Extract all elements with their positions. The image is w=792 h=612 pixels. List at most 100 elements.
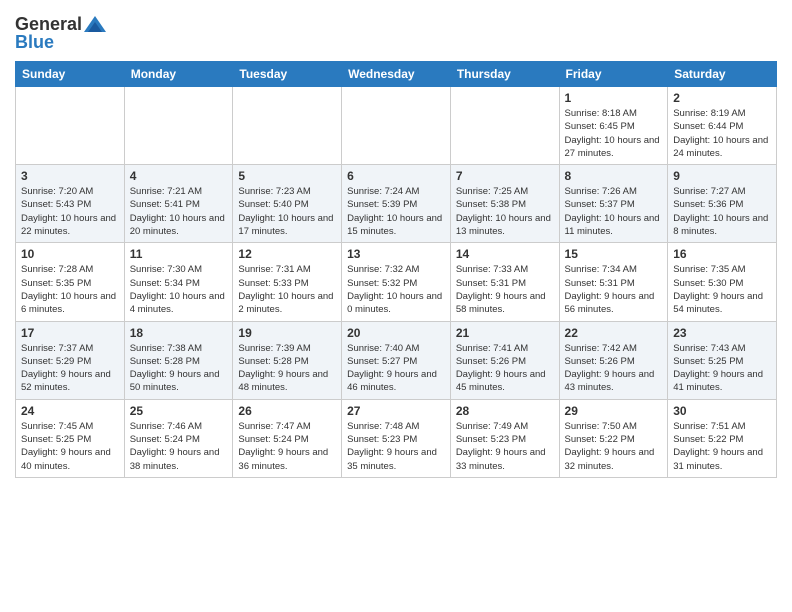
day-number: 7: [456, 169, 554, 183]
calendar-cell: 9 Sunrise: 7:27 AM Sunset: 5:36 PM Daylig…: [668, 165, 777, 243]
calendar-table: SundayMondayTuesdayWednesdayThursdayFrid…: [15, 61, 777, 478]
day-info: Sunrise: 7:24 AM Sunset: 5:39 PM Dayligh…: [347, 185, 445, 238]
day-info: Sunrise: 7:33 AM Sunset: 5:31 PM Dayligh…: [456, 263, 554, 316]
calendar-week-row: 24Sunrise: 7:45 AM Sunset: 5:25 PM Dayli…: [16, 399, 777, 477]
day-number: 4: [130, 169, 228, 183]
day-number: 3: [21, 169, 119, 183]
calendar-cell: [16, 87, 125, 165]
calendar-cell: 20 Sunrise: 7:40 AM Sunset: 5:27 PM Dayli…: [342, 321, 451, 399]
calendar-cell: 21 Sunrise: 7:41 AM Sunset: 5:26 PM Dayli…: [450, 321, 559, 399]
day-info: Sunrise: 7:35 AM Sunset: 5:30 PM Dayligh…: [673, 263, 771, 316]
day-header-thursday: Thursday: [450, 62, 559, 87]
day-number: 19: [238, 326, 336, 340]
calendar-week-row: 3 Sunrise: 7:20 AM Sunset: 5:43 PM Daylig…: [16, 165, 777, 243]
day-number: 28: [456, 404, 554, 418]
calendar-cell: 28Sunrise: 7:49 AM Sunset: 5:23 PM Dayli…: [450, 399, 559, 477]
calendar-cell: 6 Sunrise: 7:24 AM Sunset: 5:39 PM Daylig…: [342, 165, 451, 243]
day-number: 8: [565, 169, 663, 183]
day-number: 10: [21, 247, 119, 261]
day-info: Sunrise: 7:41 AM Sunset: 5:26 PM Dayligh…: [456, 342, 554, 395]
calendar-cell: 5Sunrise: 7:23 AM Sunset: 5:40 PM Daylig…: [233, 165, 342, 243]
calendar-cell: 16 Sunrise: 7:35 AM Sunset: 5:30 PM Dayli…: [668, 243, 777, 321]
day-info: Sunrise: 7:42 AM Sunset: 5:26 PM Dayligh…: [565, 342, 663, 395]
day-number: 9: [673, 169, 771, 183]
day-header-monday: Monday: [124, 62, 233, 87]
day-info: Sunrise: 7:38 AM Sunset: 5:28 PM Dayligh…: [130, 342, 228, 395]
day-info: Sunrise: 7:37 AM Sunset: 5:29 PM Dayligh…: [21, 342, 119, 395]
day-info: Sunrise: 7:34 AM Sunset: 5:31 PM Dayligh…: [565, 263, 663, 316]
day-number: 5: [238, 169, 336, 183]
calendar-cell: 26Sunrise: 7:47 AM Sunset: 5:24 PM Dayli…: [233, 399, 342, 477]
day-header-sunday: Sunday: [16, 62, 125, 87]
day-info: Sunrise: 7:39 AM Sunset: 5:28 PM Dayligh…: [238, 342, 336, 395]
day-number: 14: [456, 247, 554, 261]
day-info: Sunrise: 7:46 AM Sunset: 5:24 PM Dayligh…: [130, 420, 228, 473]
calendar-cell: 19 Sunrise: 7:39 AM Sunset: 5:28 PM Dayli…: [233, 321, 342, 399]
calendar-cell: 3 Sunrise: 7:20 AM Sunset: 5:43 PM Daylig…: [16, 165, 125, 243]
day-number: 16: [673, 247, 771, 261]
day-info: Sunrise: 8:19 AM Sunset: 6:44 PM Dayligh…: [673, 107, 771, 160]
calendar-cell: 14 Sunrise: 7:33 AM Sunset: 5:31 PM Dayli…: [450, 243, 559, 321]
day-info: Sunrise: 7:20 AM Sunset: 5:43 PM Dayligh…: [21, 185, 119, 238]
day-info: Sunrise: 7:40 AM Sunset: 5:27 PM Dayligh…: [347, 342, 445, 395]
day-number: 22: [565, 326, 663, 340]
day-number: 2: [673, 91, 771, 105]
day-info: Sunrise: 7:50 AM Sunset: 5:22 PM Dayligh…: [565, 420, 663, 473]
calendar-cell: [342, 87, 451, 165]
calendar-cell: 12Sunrise: 7:31 AM Sunset: 5:33 PM Dayli…: [233, 243, 342, 321]
calendar-week-row: 1 Sunrise: 8:18 AM Sunset: 6:45 PM Daylig…: [16, 87, 777, 165]
calendar-cell: 25 Sunrise: 7:46 AM Sunset: 5:24 PM Dayli…: [124, 399, 233, 477]
calendar-cell: 7 Sunrise: 7:25 AM Sunset: 5:38 PM Daylig…: [450, 165, 559, 243]
day-info: Sunrise: 7:51 AM Sunset: 5:22 PM Dayligh…: [673, 420, 771, 473]
calendar-cell: 18 Sunrise: 7:38 AM Sunset: 5:28 PM Dayli…: [124, 321, 233, 399]
day-info: Sunrise: 7:32 AM Sunset: 5:32 PM Dayligh…: [347, 263, 445, 316]
day-info: Sunrise: 7:21 AM Sunset: 5:41 PM Dayligh…: [130, 185, 228, 238]
calendar-week-row: 10 Sunrise: 7:28 AM Sunset: 5:35 PM Dayli…: [16, 243, 777, 321]
calendar-cell: 15 Sunrise: 7:34 AM Sunset: 5:31 PM Dayli…: [559, 243, 668, 321]
calendar-cell: 10 Sunrise: 7:28 AM Sunset: 5:35 PM Dayli…: [16, 243, 125, 321]
calendar-cell: 29 Sunrise: 7:50 AM Sunset: 5:22 PM Dayli…: [559, 399, 668, 477]
day-info: Sunrise: 7:26 AM Sunset: 5:37 PM Dayligh…: [565, 185, 663, 238]
logo: General Blue: [15, 10, 106, 53]
calendar-week-row: 17 Sunrise: 7:37 AM Sunset: 5:29 PM Dayli…: [16, 321, 777, 399]
calendar-cell: 8 Sunrise: 7:26 AM Sunset: 5:37 PM Daylig…: [559, 165, 668, 243]
day-info: Sunrise: 7:48 AM Sunset: 5:23 PM Dayligh…: [347, 420, 445, 473]
calendar-cell: [233, 87, 342, 165]
day-info: Sunrise: 7:27 AM Sunset: 5:36 PM Dayligh…: [673, 185, 771, 238]
calendar-cell: 23Sunrise: 7:43 AM Sunset: 5:25 PM Dayli…: [668, 321, 777, 399]
calendar-cell: 4 Sunrise: 7:21 AM Sunset: 5:41 PM Daylig…: [124, 165, 233, 243]
day-number: 30: [673, 404, 771, 418]
day-number: 25: [130, 404, 228, 418]
calendar-cell: 11Sunrise: 7:30 AM Sunset: 5:34 PM Dayli…: [124, 243, 233, 321]
day-number: 21: [456, 326, 554, 340]
day-number: 23: [673, 326, 771, 340]
calendar-cell: 27 Sunrise: 7:48 AM Sunset: 5:23 PM Dayli…: [342, 399, 451, 477]
calendar-cell: [124, 87, 233, 165]
calendar-cell: 22 Sunrise: 7:42 AM Sunset: 5:26 PM Dayli…: [559, 321, 668, 399]
day-number: 1: [565, 91, 663, 105]
day-number: 20: [347, 326, 445, 340]
day-number: 24: [21, 404, 119, 418]
day-number: 6: [347, 169, 445, 183]
day-info: Sunrise: 8:18 AM Sunset: 6:45 PM Dayligh…: [565, 107, 663, 160]
page-header: General Blue: [15, 10, 777, 53]
day-header-tuesday: Tuesday: [233, 62, 342, 87]
day-number: 17: [21, 326, 119, 340]
calendar-cell: 30 Sunrise: 7:51 AM Sunset: 5:22 PM Dayli…: [668, 399, 777, 477]
day-header-friday: Friday: [559, 62, 668, 87]
calendar-cell: 17 Sunrise: 7:37 AM Sunset: 5:29 PM Dayli…: [16, 321, 125, 399]
calendar-cell: 13 Sunrise: 7:32 AM Sunset: 5:32 PM Dayli…: [342, 243, 451, 321]
day-number: 18: [130, 326, 228, 340]
logo-icon: [84, 14, 106, 34]
day-info: Sunrise: 7:28 AM Sunset: 5:35 PM Dayligh…: [21, 263, 119, 316]
calendar-cell: 2 Sunrise: 8:19 AM Sunset: 6:44 PM Daylig…: [668, 87, 777, 165]
day-number: 11: [130, 247, 228, 261]
calendar-header-row: SundayMondayTuesdayWednesdayThursdayFrid…: [16, 62, 777, 87]
day-number: 29: [565, 404, 663, 418]
day-number: 13: [347, 247, 445, 261]
day-info: Sunrise: 7:25 AM Sunset: 5:38 PM Dayligh…: [456, 185, 554, 238]
day-number: 15: [565, 247, 663, 261]
day-number: 12: [238, 247, 336, 261]
day-header-wednesday: Wednesday: [342, 62, 451, 87]
day-number: 27: [347, 404, 445, 418]
